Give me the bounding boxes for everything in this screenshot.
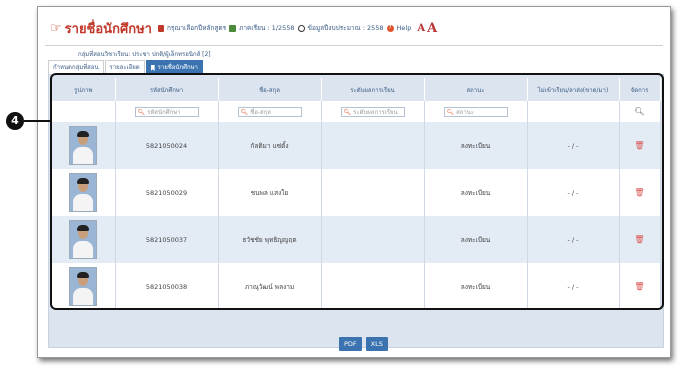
calendar-icon (229, 24, 237, 32)
header-meta: กรุณาเลือกปีหลักสูตร ภาคเรียน : 1/2558 ข… (157, 23, 412, 33)
highlight-box (50, 73, 664, 310)
export-pdf-button[interactable]: PDF (339, 337, 362, 351)
help-icon[interactable]: ? (386, 24, 394, 32)
page-title: รายชื่อนักศึกษา (64, 21, 152, 37)
semester-label: ภาคเรียน : 1/2558 (239, 24, 295, 32)
book-icon (157, 24, 164, 32)
clock-icon (297, 24, 305, 32)
callout-line (24, 120, 52, 122)
tab-student-list-label: รายชื่อนักศึกษา (157, 64, 198, 71)
font-size-large-button[interactable]: A (427, 21, 437, 36)
page-header: ☞ รายชื่อนักศึกษา กรุณาเลือกปีหลักสูตร ภ… (50, 17, 437, 39)
help-link[interactable]: Help (397, 24, 412, 32)
callout-number-badge: 4 (6, 112, 24, 130)
pointing-hand-icon: ☞ (50, 20, 62, 36)
font-size-small-button[interactable]: A (417, 23, 425, 34)
data-year-label: ข้อมูลปีงบประมาณ : 2558 (307, 24, 384, 32)
select-course-link[interactable]: กรุณาเลือกปีหลักสูตร (167, 23, 226, 33)
header-divider (45, 45, 663, 46)
export-xls-button[interactable]: XLS (365, 337, 388, 351)
export-buttons: PDF XLS (339, 337, 388, 351)
breadcrumb[interactable]: กลุ่มที่สอนวิชาเรียน: ประชา ปกติ/ผู้เล็ก… (78, 49, 211, 59)
bookmark-icon (150, 65, 155, 71)
